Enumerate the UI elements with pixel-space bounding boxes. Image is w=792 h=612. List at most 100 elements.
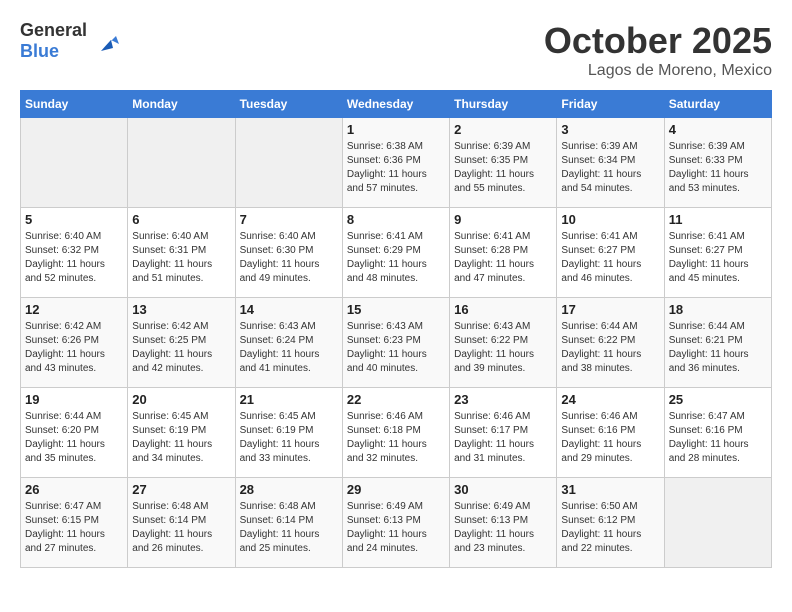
calendar-cell: 19 Sunrise: 6:44 AM Sunset: 6:20 PM Dayli… (21, 388, 128, 478)
cell-info: Sunrise: 6:43 AM Sunset: 6:23 PM Dayligh… (347, 320, 445, 376)
day-number: 20 (132, 392, 230, 407)
calendar-cell (128, 118, 235, 208)
location-subtitle: Lagos de Moreno, Mexico (544, 62, 772, 80)
calendar-cell: 7 Sunrise: 6:40 AM Sunset: 6:30 PM Daylig… (235, 208, 342, 298)
page-header: General Blue October 2025 Lagos de Moren… (20, 20, 772, 80)
calendar-table: SundayMondayTuesdayWednesdayThursdayFrid… (20, 90, 772, 568)
day-number: 3 (561, 122, 659, 137)
cell-info: Sunrise: 6:40 AM Sunset: 6:32 PM Dayligh… (25, 230, 123, 286)
day-number: 18 (669, 302, 767, 317)
cell-info: Sunrise: 6:46 AM Sunset: 6:17 PM Dayligh… (454, 410, 552, 466)
day-number: 19 (25, 392, 123, 407)
cell-info: Sunrise: 6:45 AM Sunset: 6:19 PM Dayligh… (240, 410, 338, 466)
title-block: October 2025 Lagos de Moreno, Mexico (544, 20, 772, 80)
calendar-body: 1 Sunrise: 6:38 AM Sunset: 6:36 PM Daylig… (21, 118, 772, 568)
calendar-week-4: 19 Sunrise: 6:44 AM Sunset: 6:20 PM Dayli… (21, 388, 772, 478)
day-number: 2 (454, 122, 552, 137)
cell-info: Sunrise: 6:39 AM Sunset: 6:34 PM Dayligh… (561, 140, 659, 196)
day-number: 14 (240, 302, 338, 317)
header-day-sunday: Sunday (21, 91, 128, 118)
calendar-cell: 9 Sunrise: 6:41 AM Sunset: 6:28 PM Daylig… (450, 208, 557, 298)
cell-info: Sunrise: 6:44 AM Sunset: 6:21 PM Dayligh… (669, 320, 767, 376)
day-number: 27 (132, 482, 230, 497)
cell-info: Sunrise: 6:43 AM Sunset: 6:24 PM Dayligh… (240, 320, 338, 376)
day-number: 8 (347, 212, 445, 227)
calendar-cell: 4Sunrise: 6:39 AM Sunset: 6:33 PM Daylig… (664, 118, 771, 208)
cell-info: Sunrise: 6:46 AM Sunset: 6:16 PM Dayligh… (561, 410, 659, 466)
logo-general: General (20, 20, 87, 40)
day-number: 30 (454, 482, 552, 497)
cell-info: Sunrise: 6:40 AM Sunset: 6:30 PM Dayligh… (240, 230, 338, 286)
calendar-cell: 1 Sunrise: 6:38 AM Sunset: 6:36 PM Daylig… (342, 118, 449, 208)
calendar-cell: 10Sunrise: 6:41 AM Sunset: 6:27 PM Dayli… (557, 208, 664, 298)
cell-info: Sunrise: 6:50 AM Sunset: 6:12 PM Dayligh… (561, 500, 659, 556)
day-number: 16 (454, 302, 552, 317)
cell-info: Sunrise: 6:43 AM Sunset: 6:22 PM Dayligh… (454, 320, 552, 376)
cell-info: Sunrise: 6:48 AM Sunset: 6:14 PM Dayligh… (240, 500, 338, 556)
calendar-cell: 15Sunrise: 6:43 AM Sunset: 6:23 PM Dayli… (342, 298, 449, 388)
calendar-cell: 6 Sunrise: 6:40 AM Sunset: 6:31 PM Daylig… (128, 208, 235, 298)
cell-info: Sunrise: 6:47 AM Sunset: 6:15 PM Dayligh… (25, 500, 123, 556)
cell-info: Sunrise: 6:40 AM Sunset: 6:31 PM Dayligh… (132, 230, 230, 286)
calendar-cell (235, 118, 342, 208)
calendar-cell: 13 Sunrise: 6:42 AM Sunset: 6:25 PM Dayli… (128, 298, 235, 388)
calendar-cell: 2 Sunrise: 6:39 AM Sunset: 6:35 PM Daylig… (450, 118, 557, 208)
day-number: 12 (25, 302, 123, 317)
calendar-week-1: 1 Sunrise: 6:38 AM Sunset: 6:36 PM Daylig… (21, 118, 772, 208)
logo-text: General Blue (20, 20, 87, 62)
cell-info: Sunrise: 6:38 AM Sunset: 6:36 PM Dayligh… (347, 140, 445, 196)
calendar-cell: 24 Sunrise: 6:46 AM Sunset: 6:16 PM Dayli… (557, 388, 664, 478)
calendar-cell: 28Sunrise: 6:48 AM Sunset: 6:14 PM Dayli… (235, 478, 342, 568)
calendar-cell: 14 Sunrise: 6:43 AM Sunset: 6:24 PM Dayli… (235, 298, 342, 388)
cell-info: Sunrise: 6:46 AM Sunset: 6:18 PM Dayligh… (347, 410, 445, 466)
day-number: 9 (454, 212, 552, 227)
cell-info: Sunrise: 6:42 AM Sunset: 6:25 PM Dayligh… (132, 320, 230, 376)
day-number: 17 (561, 302, 659, 317)
day-number: 4 (669, 122, 767, 137)
cell-info: Sunrise: 6:49 AM Sunset: 6:13 PM Dayligh… (454, 500, 552, 556)
header-day-saturday: Saturday (664, 91, 771, 118)
calendar-cell: 11 Sunrise: 6:41 AM Sunset: 6:27 PM Dayli… (664, 208, 771, 298)
calendar-cell: 20 Sunrise: 6:45 AM Sunset: 6:19 PM Dayli… (128, 388, 235, 478)
day-number: 1 (347, 122, 445, 137)
day-number: 6 (132, 212, 230, 227)
day-number: 13 (132, 302, 230, 317)
calendar-cell: 12 Sunrise: 6:42 AM Sunset: 6:26 PM Dayli… (21, 298, 128, 388)
calendar-week-3: 12 Sunrise: 6:42 AM Sunset: 6:26 PM Dayli… (21, 298, 772, 388)
calendar-cell: 5 Sunrise: 6:40 AM Sunset: 6:32 PM Daylig… (21, 208, 128, 298)
calendar-cell: 17Sunrise: 6:44 AM Sunset: 6:22 PM Dayli… (557, 298, 664, 388)
calendar-cell: 23Sunrise: 6:46 AM Sunset: 6:17 PM Dayli… (450, 388, 557, 478)
calendar-cell: 22Sunrise: 6:46 AM Sunset: 6:18 PM Dayli… (342, 388, 449, 478)
calendar-cell: 21 Sunrise: 6:45 AM Sunset: 6:19 PM Dayli… (235, 388, 342, 478)
day-number: 21 (240, 392, 338, 407)
calendar-cell: 27 Sunrise: 6:48 AM Sunset: 6:14 PM Dayli… (128, 478, 235, 568)
cell-info: Sunrise: 6:39 AM Sunset: 6:35 PM Dayligh… (454, 140, 552, 196)
day-number: 25 (669, 392, 767, 407)
cell-info: Sunrise: 6:41 AM Sunset: 6:27 PM Dayligh… (669, 230, 767, 286)
header-day-tuesday: Tuesday (235, 91, 342, 118)
cell-info: Sunrise: 6:44 AM Sunset: 6:20 PM Dayligh… (25, 410, 123, 466)
header-day-friday: Friday (557, 91, 664, 118)
day-number: 7 (240, 212, 338, 227)
cell-info: Sunrise: 6:41 AM Sunset: 6:27 PM Dayligh… (561, 230, 659, 286)
calendar-cell (21, 118, 128, 208)
calendar-cell: 3 Sunrise: 6:39 AM Sunset: 6:34 PM Daylig… (557, 118, 664, 208)
month-title: October 2025 (544, 20, 772, 62)
calendar-cell: 26Sunrise: 6:47 AM Sunset: 6:15 PM Dayli… (21, 478, 128, 568)
calendar-cell: 31Sunrise: 6:50 AM Sunset: 6:12 PM Dayli… (557, 478, 664, 568)
day-number: 24 (561, 392, 659, 407)
cell-info: Sunrise: 6:41 AM Sunset: 6:28 PM Dayligh… (454, 230, 552, 286)
logo: General Blue (20, 20, 121, 62)
day-number: 11 (669, 212, 767, 227)
cell-info: Sunrise: 6:45 AM Sunset: 6:19 PM Dayligh… (132, 410, 230, 466)
calendar-cell: 18 Sunrise: 6:44 AM Sunset: 6:21 PM Dayli… (664, 298, 771, 388)
calendar-cell: 30 Sunrise: 6:49 AM Sunset: 6:13 PM Dayli… (450, 478, 557, 568)
cell-info: Sunrise: 6:42 AM Sunset: 6:26 PM Dayligh… (25, 320, 123, 376)
day-number: 5 (25, 212, 123, 227)
logo-blue: Blue (20, 41, 59, 61)
cell-info: Sunrise: 6:48 AM Sunset: 6:14 PM Dayligh… (132, 500, 230, 556)
day-number: 29 (347, 482, 445, 497)
cell-info: Sunrise: 6:47 AM Sunset: 6:16 PM Dayligh… (669, 410, 767, 466)
calendar-week-2: 5 Sunrise: 6:40 AM Sunset: 6:32 PM Daylig… (21, 208, 772, 298)
header-day-thursday: Thursday (450, 91, 557, 118)
